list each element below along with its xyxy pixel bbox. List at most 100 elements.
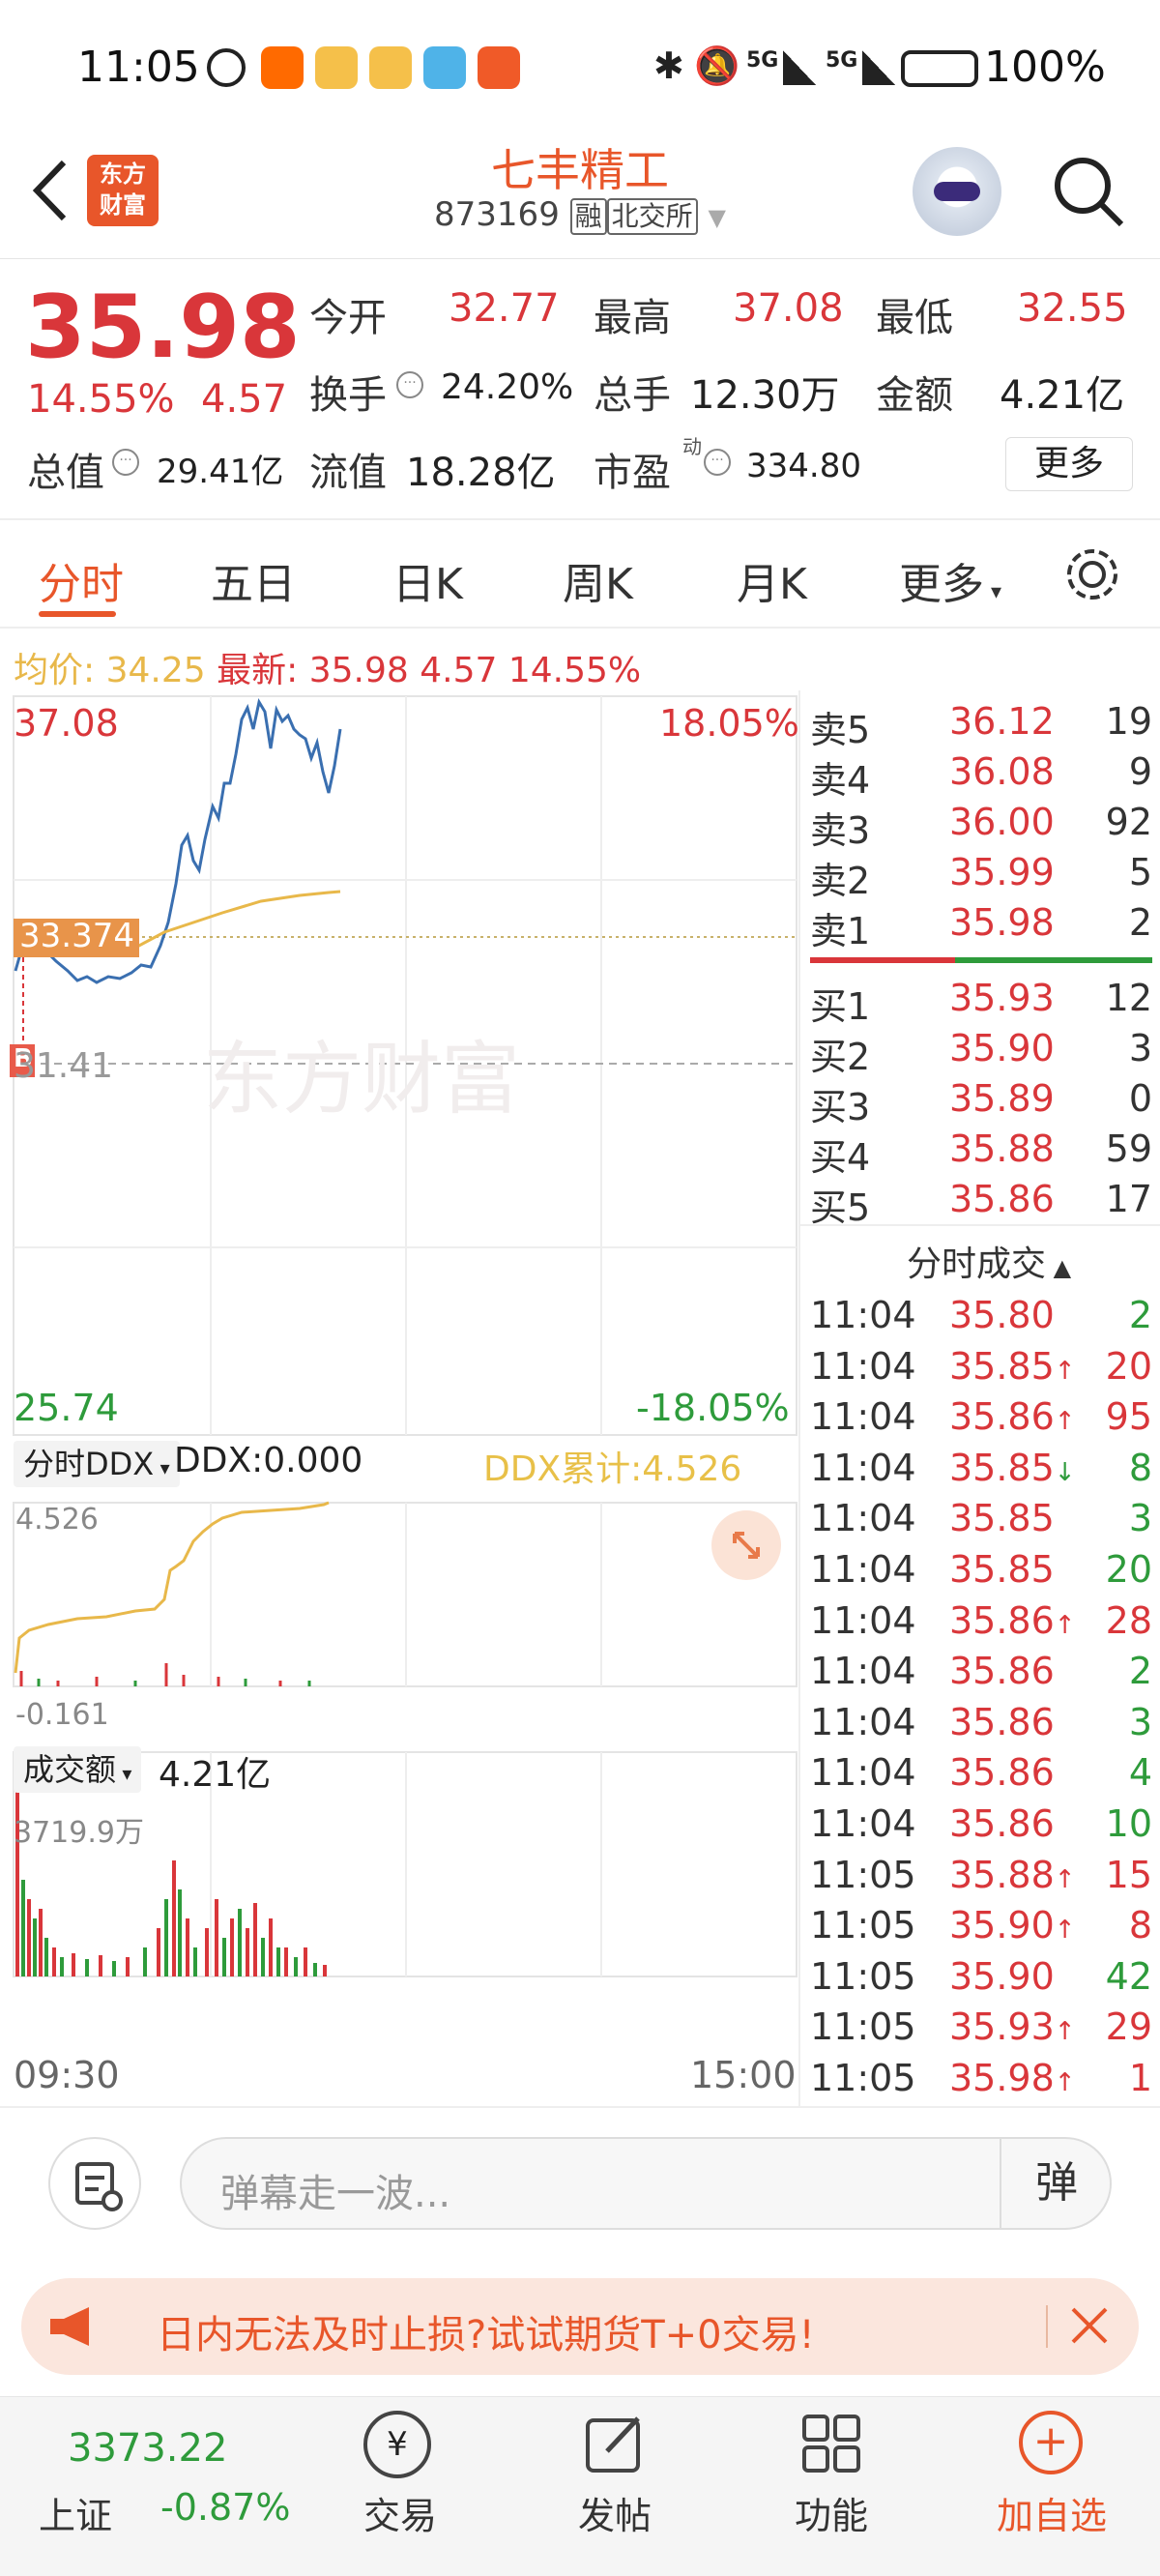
ask-row[interactable]: 卖4 36.08 9 xyxy=(810,750,1152,802)
arrow-up-icon: ↑ xyxy=(1054,1610,1076,1640)
volume-selector[interactable]: 成交额 ▾ xyxy=(14,1746,142,1793)
bid-row[interactable]: 买3 35.89 0 xyxy=(810,1077,1152,1128)
bid-label: 买5 xyxy=(810,1186,871,1229)
bid-qty: 17 xyxy=(1105,1178,1152,1220)
danmu-row: 弹幕走一波... 弹 xyxy=(0,2106,1160,2232)
tab-weekly-k[interactable]: 周K xyxy=(563,549,633,611)
danmu-toggle-label: 弹 xyxy=(1035,2158,1078,2208)
open-label: 今开 xyxy=(309,296,387,340)
trade-row: 11:05 35.93↑ 29 xyxy=(810,2005,1152,2056)
trade-price: 35.86 xyxy=(949,1751,1055,1795)
plus-circle-icon: + xyxy=(1019,2411,1083,2474)
trade-time: 11:05 xyxy=(810,2057,916,2099)
trade-time: 11:05 xyxy=(810,1904,916,1947)
more-button[interactable]: 更多 xyxy=(1005,437,1133,491)
trade-row: 11:05 35.90 42 xyxy=(810,1955,1152,2005)
add-watchlist-nav[interactable]: + 加自选 xyxy=(974,2397,1129,2576)
trade-qty: 20 xyxy=(1105,1548,1152,1591)
trade-nav[interactable]: ¥ 交易 xyxy=(323,2397,478,2576)
signal2-icon: 5G xyxy=(826,48,858,73)
ad-divider xyxy=(1046,2305,1048,2348)
trade-qty: 3 xyxy=(1128,1497,1152,1540)
ask-price: 36.08 xyxy=(949,750,1055,793)
amount-value: 4.21亿 xyxy=(1000,373,1125,418)
gear-icon[interactable] xyxy=(1063,545,1121,603)
trades-title-label: 分时成交 xyxy=(907,1244,1047,1284)
trade-time: 11:05 xyxy=(810,1954,916,1998)
chart-bottom-pct: -18.05% xyxy=(636,1387,790,1429)
pe-label: 市盈 xyxy=(594,451,671,495)
tab-more[interactable]: 更多 ▾ xyxy=(899,549,1001,611)
bid-price: 35.89 xyxy=(949,1077,1055,1120)
bid-price: 35.88 xyxy=(949,1127,1055,1170)
bid-row[interactable]: 买5 35.86 17 xyxy=(810,1178,1152,1229)
ask-label: 卖2 xyxy=(810,860,871,902)
danmu-toggle-button[interactable]: 弹 xyxy=(1000,2139,1112,2228)
margin-tag: 融 xyxy=(569,198,607,235)
chart-bottom-price: 25.74 xyxy=(14,1387,119,1429)
pe-sup: 动 xyxy=(682,435,702,458)
trade-qty: 20 xyxy=(1105,1344,1152,1388)
trades-header[interactable] xyxy=(800,1224,1160,1226)
post-nav[interactable]: 发帖 xyxy=(537,2397,692,2576)
arrow-up-icon: ↑ xyxy=(1054,1356,1076,1386)
bid-row[interactable]: 买4 35.88 59 xyxy=(810,1127,1152,1179)
tab-daily-k[interactable]: 日K xyxy=(392,549,463,611)
ad-banner[interactable]: 日内无法及时止损?试试期货T+0交易! xyxy=(21,2278,1139,2375)
weibo-icon xyxy=(315,46,358,89)
tab-monthly-k[interactable]: 月K xyxy=(737,549,807,611)
ask-price: 35.99 xyxy=(949,851,1055,893)
danmu-list-icon[interactable] xyxy=(48,2137,141,2230)
trade-row: 11:04 35.86↑ 28 xyxy=(810,1599,1152,1650)
edit-icon xyxy=(584,2413,646,2474)
expand-icon[interactable] xyxy=(711,1510,781,1580)
ask-row[interactable]: 卖5 36.12 19 xyxy=(810,700,1152,751)
trade-qty: 29 xyxy=(1105,2005,1152,2049)
trades-title[interactable]: 分时成交 ▲ xyxy=(907,1236,1071,1286)
caret-down-icon: ▾ xyxy=(984,580,1002,604)
bid-row[interactable]: 买1 35.93 12 xyxy=(810,977,1152,1028)
search-icon[interactable] xyxy=(1050,153,1127,230)
ask-row[interactable]: 卖2 35.99 5 xyxy=(810,851,1152,902)
ask-qty: 92 xyxy=(1105,801,1152,843)
robot-assistant-icon[interactable] xyxy=(913,147,1001,236)
turnover-info-icon: ··· xyxy=(396,371,423,398)
volume-value: 4.21亿 xyxy=(159,1755,272,1795)
arrow-up-icon: ↑ xyxy=(1054,1916,1076,1946)
weibo2-icon xyxy=(369,46,412,89)
function-nav[interactable]: 功能 xyxy=(754,2397,909,2576)
ddx-selector[interactable]: 分时DDX ▾ xyxy=(14,1441,180,1487)
trade-qty: 1 xyxy=(1128,2057,1152,2099)
ask-price: 35.98 xyxy=(949,901,1055,944)
ask-price: 36.00 xyxy=(949,801,1055,843)
danmu-input[interactable]: 弹幕走一波... 弹 xyxy=(180,2137,1112,2230)
close-icon[interactable] xyxy=(1065,2301,1114,2350)
bid-price: 35.86 xyxy=(949,1178,1055,1220)
trade-row: 11:05 35.90↑ 8 xyxy=(810,1904,1152,1954)
trade-price: 35.86 xyxy=(949,1700,1055,1743)
trade-time: 11:05 xyxy=(810,1853,916,1896)
ask-row[interactable]: 卖3 36.00 92 xyxy=(810,801,1152,852)
volume-selector-label: 成交额 xyxy=(23,1751,117,1788)
tab-five-day[interactable]: 五日 xyxy=(211,549,296,611)
bid-qty: 59 xyxy=(1105,1127,1152,1170)
ask-row[interactable]: 卖1 35.98 2 xyxy=(810,901,1152,952)
current-price: 35.98 xyxy=(25,277,301,378)
ask-label: 卖5 xyxy=(810,709,871,751)
trade-row: 11:04 35.86 2 xyxy=(810,1650,1152,1700)
time-end: 15:00 xyxy=(690,2054,797,2096)
trade-qty: 2 xyxy=(1128,1294,1152,1336)
trade-price: 35.85 xyxy=(949,1446,1055,1489)
index-pct: -0.87% xyxy=(160,2486,291,2529)
index-widget[interactable]: 3373.22 上证 -0.87% xyxy=(0,2397,319,2576)
signal-bars-icon xyxy=(783,50,816,85)
avg-value: 34.25 xyxy=(105,651,206,690)
trade-time: 11:04 xyxy=(810,1344,916,1388)
tab-intraday[interactable]: 分时 xyxy=(39,549,124,611)
trade-qty: 3 xyxy=(1128,1700,1152,1743)
trade-qty: 28 xyxy=(1105,1598,1152,1642)
bid-row[interactable]: 买2 35.90 3 xyxy=(810,1027,1152,1078)
avg-label: 均价: xyxy=(14,651,96,690)
bottom-nav: 3373.22 上证 -0.87% ¥ 交易 发帖 功能 + 加自选 xyxy=(0,2396,1160,2576)
prev-close-label: 31.41 xyxy=(14,1046,114,1086)
